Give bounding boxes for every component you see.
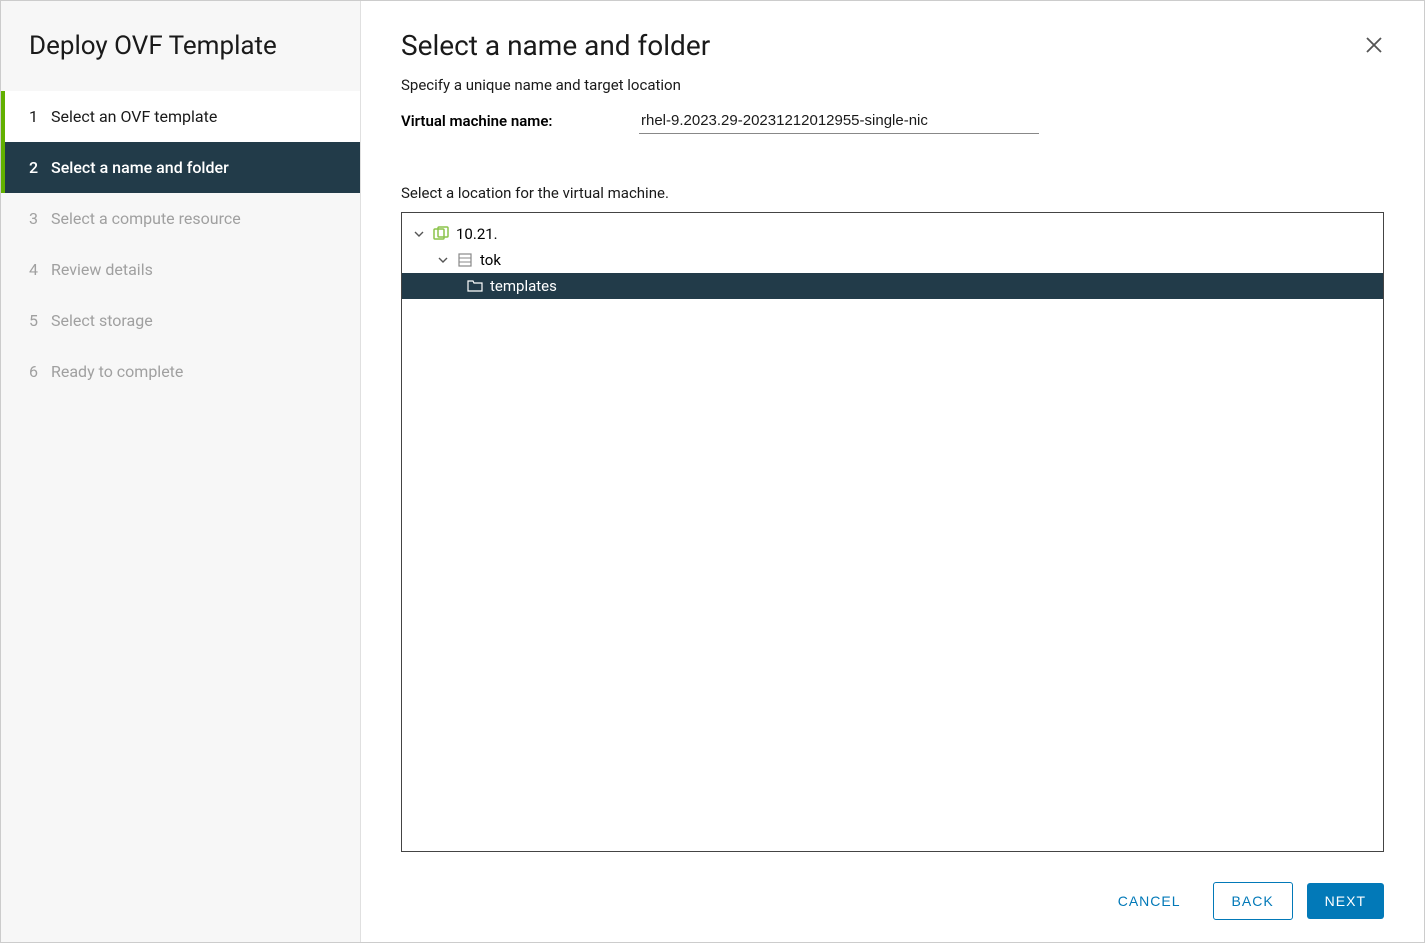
page-subtitle: Specify a unique name and target locatio… <box>401 76 1384 94</box>
vm-name-row: Virtual machine name: <box>401 108 1384 134</box>
next-button[interactable]: NEXT <box>1307 883 1384 919</box>
vm-name-input[interactable] <box>639 108 1039 134</box>
vm-name-label: Virtual machine name: <box>401 112 639 130</box>
step-label: Ready to complete <box>51 362 183 381</box>
datacenter-icon <box>456 251 474 269</box>
wizard-step-3: 3 Select a compute resource <box>1 193 360 244</box>
cancel-button[interactable]: CANCEL <box>1100 883 1199 919</box>
step-label: Select a name and folder <box>51 158 229 177</box>
tree-node-vcenter[interactable]: 10.21. <box>402 221 1383 247</box>
tree-node-label: 10.21. <box>456 225 498 243</box>
step-num: 4 <box>29 260 51 279</box>
wizard-step-6: 6 Ready to complete <box>1 346 360 397</box>
tree-node-datacenter[interactable]: tok <box>402 247 1383 273</box>
chevron-down-icon[interactable] <box>412 229 426 239</box>
step-label: Select a compute resource <box>51 209 241 228</box>
wizard-step-2[interactable]: 2 Select a name and folder <box>1 142 360 193</box>
step-num: 1 <box>29 107 51 126</box>
page-title: Select a name and folder <box>401 29 1384 62</box>
wizard-step-5: 5 Select storage <box>1 295 360 346</box>
chevron-down-icon[interactable] <box>436 255 450 265</box>
step-num: 6 <box>29 362 51 381</box>
wizard-steps: 1 Select an OVF template 2 Select a name… <box>1 91 360 397</box>
step-label: Review details <box>51 260 153 279</box>
location-tree[interactable]: 10.21. tok templates <box>401 212 1384 852</box>
wizard-title: Deploy OVF Template <box>1 21 360 91</box>
tree-node-label: templates <box>490 277 557 295</box>
back-button[interactable]: BACK <box>1213 882 1293 920</box>
close-icon <box>1364 35 1384 55</box>
wizard-step-1[interactable]: 1 Select an OVF template <box>1 91 360 142</box>
close-button[interactable] <box>1364 35 1384 59</box>
vcenter-icon <box>432 225 450 243</box>
step-num: 2 <box>29 158 51 177</box>
tree-node-label: tok <box>480 251 501 269</box>
step-num: 5 <box>29 311 51 330</box>
step-num: 3 <box>29 209 51 228</box>
step-label: Select an OVF template <box>51 107 217 126</box>
location-label: Select a location for the virtual machin… <box>401 184 1384 202</box>
wizard-content: Select a name and folder Specify a uniqu… <box>361 1 1424 942</box>
wizard-sidebar: Deploy OVF Template 1 Select an OVF temp… <box>1 1 361 942</box>
folder-icon <box>466 277 484 295</box>
deploy-ovf-dialog: Deploy OVF Template 1 Select an OVF temp… <box>0 0 1425 943</box>
wizard-footer: CANCEL BACK NEXT <box>401 852 1384 920</box>
step-label: Select storage <box>51 311 153 330</box>
wizard-step-4: 4 Review details <box>1 244 360 295</box>
tree-node-folder-templates[interactable]: templates <box>402 273 1383 299</box>
